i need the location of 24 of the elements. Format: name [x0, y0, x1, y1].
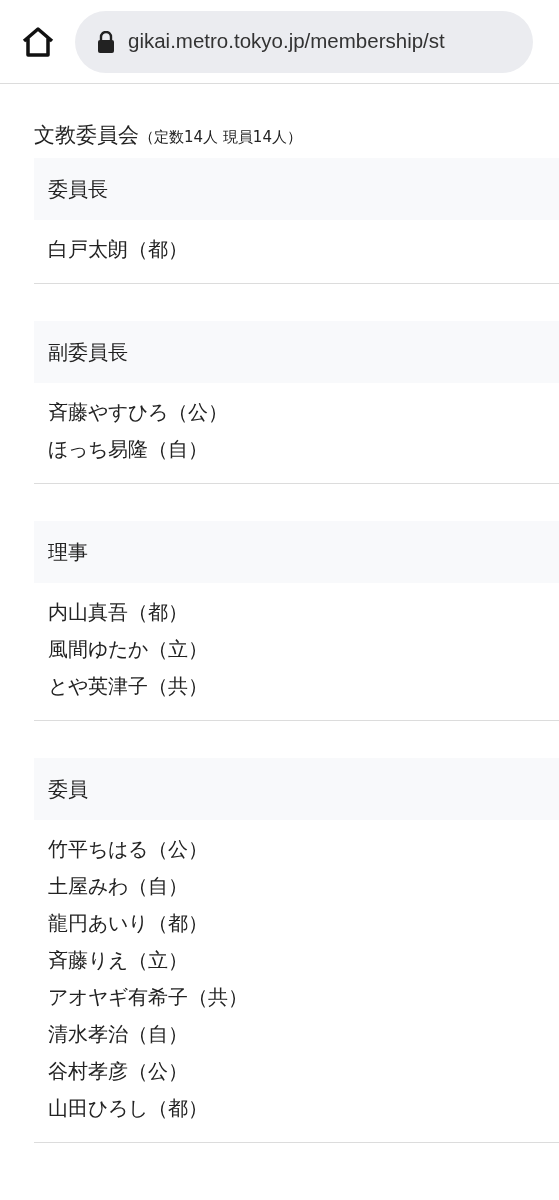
committee-title: 文教委員会 — [34, 122, 139, 149]
member-name: 土屋みわ（自） — [48, 872, 188, 900]
home-icon[interactable] — [21, 25, 55, 58]
committee-quota: （定数14人 現員14人） — [139, 127, 302, 148]
member-name: 内山真吾（都） — [48, 598, 188, 626]
member-name: 山田ひろし（都） — [48, 1094, 208, 1122]
role-header: 理事 — [34, 520, 559, 583]
lock-icon — [97, 30, 115, 53]
member-name: 斉藤やすひろ（公） — [48, 398, 228, 426]
role-header: 委員 — [34, 757, 559, 820]
member-name: 竹平ちはる（公） — [48, 835, 208, 863]
member-name: 白戸太朗（都） — [48, 235, 188, 263]
member-name: 斉藤りえ（立） — [48, 946, 188, 974]
member-name: とや英津子（共） — [48, 672, 208, 700]
member-name: 風間ゆたか（立） — [48, 635, 208, 663]
role-header: 副委員長 — [34, 320, 559, 383]
member-name: 谷村孝彦（公） — [48, 1057, 188, 1085]
member-name: ほっち易隆（自） — [48, 435, 208, 463]
role-header: 委員長 — [34, 157, 559, 220]
url-text: gikai.metro.tokyo.jp/membership/st — [128, 28, 445, 55]
address-bar[interactable]: gikai.metro.tokyo.jp/membership/st — [75, 10, 533, 73]
member-name: 龍円あいり（都） — [48, 909, 208, 937]
member-name: アオヤギ有希子（共） — [48, 983, 248, 1011]
member-name: 清水孝治（自） — [48, 1020, 188, 1048]
